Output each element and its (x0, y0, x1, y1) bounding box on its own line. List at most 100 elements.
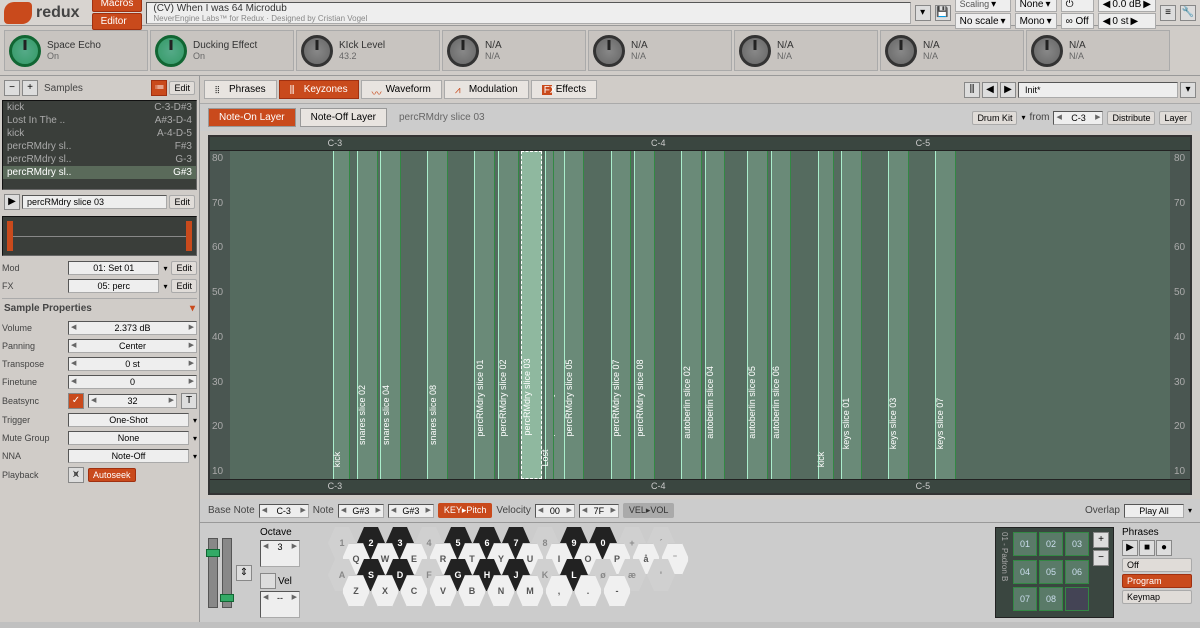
collapse-icon[interactable]: ▾ (190, 303, 195, 314)
phrases-off-button[interactable]: Off (1122, 558, 1192, 572)
note-hi-field[interactable]: G#3 (388, 504, 434, 518)
keyzone[interactable]: kick (333, 151, 350, 479)
link-toggle[interactable]: ∞ Off (1061, 13, 1094, 29)
save-icon[interactable]: 💾 (935, 5, 951, 21)
knob-icon[interactable] (447, 35, 479, 67)
hex-key[interactable]: B (458, 575, 486, 607)
vel-checkbox[interactable] (260, 573, 276, 589)
knob-icon[interactable] (1031, 35, 1063, 67)
settings-icon[interactable]: ≡ (1160, 5, 1176, 21)
note-on-layer-tab[interactable]: Note-On Layer (208, 108, 296, 127)
preset-prev-icon[interactable]: ◀ (982, 82, 998, 98)
macro-knob-cell[interactable]: KIck Level43.2 (296, 30, 440, 71)
program-button[interactable]: Program (1122, 574, 1192, 588)
knob-icon[interactable] (885, 35, 917, 67)
knob-icon[interactable] (301, 35, 333, 67)
playback-mode-icon[interactable]: ⩙ (68, 467, 84, 483)
hex-key[interactable]: . (574, 575, 602, 607)
keymap-button[interactable]: Keymap (1122, 590, 1192, 604)
keyzone[interactable]: percRMdry slice 05 (564, 151, 585, 479)
keyzone[interactable]: percRMdry slice 07 (611, 151, 632, 479)
keyzone[interactable]: autoberlin slice 05 (747, 151, 768, 479)
beatsync-toggle[interactable]: ✓ (68, 393, 84, 409)
macro-knob-cell[interactable]: N/AN/A (1026, 30, 1170, 71)
autoseek-button[interactable]: Autoseek (88, 468, 136, 482)
macros-button[interactable]: Macros (92, 0, 143, 12)
note-off-layer-tab[interactable]: Note-Off Layer (300, 108, 387, 127)
editor-button[interactable]: Editor (92, 13, 143, 30)
macro-knob-cell[interactable]: N/AN/A (734, 30, 878, 71)
keyzone[interactable]: percRMdry slice 08 (634, 151, 655, 479)
keyzone-editor[interactable]: C-3C-4C-5 8070605040302010 8070605040302… (208, 135, 1192, 495)
key-pitch-toggle[interactable]: KEY▸Pitch (438, 503, 493, 518)
vel-hi-field[interactable]: 7F (579, 504, 619, 518)
keyzone[interactable]: autoberlin slice 02 (681, 151, 702, 479)
wrench-icon[interactable]: 🔧 (1180, 5, 1196, 21)
keyzone[interactable]: percRMdry slice 02 (498, 151, 519, 479)
macro-knob-cell[interactable]: Space EchoOn (4, 30, 148, 71)
trigger-select[interactable]: One-Shot (68, 413, 189, 427)
pad-button[interactable]: 07 (1013, 587, 1037, 611)
pitch-slider[interactable] (208, 538, 218, 608)
beatsync-field[interactable]: 32 (88, 394, 177, 408)
hex-keyboard[interactable]: 1234567890+´QWERTYUIOPå¨ASDFGHJKLøæ'ZXCV… (308, 527, 987, 618)
view-toggle-icon[interactable]: ⫼ (964, 82, 980, 98)
knob-icon[interactable] (9, 35, 41, 67)
sample-list-row[interactable]: percRMdry sl..G-3 (3, 153, 196, 166)
pad-button[interactable]: 08 (1039, 587, 1063, 611)
hex-key[interactable]: M (516, 575, 544, 607)
mono-select[interactable]: Mono▾ (1015, 13, 1057, 29)
pad-button[interactable] (1065, 587, 1089, 611)
note-lo-field[interactable]: G#3 (338, 504, 384, 518)
vel-lo-field[interactable]: 00 (535, 504, 575, 518)
basenote-field[interactable]: C-3 (259, 504, 309, 518)
hex-key[interactable]: V (429, 575, 457, 607)
hex-key[interactable]: ' (647, 559, 675, 591)
preset-menu-icon[interactable]: ▾ (1180, 82, 1196, 98)
link-sliders-icon[interactable]: ⇕ (236, 565, 252, 581)
keyzone[interactable]: kick (818, 151, 835, 479)
from-note-field[interactable]: C-3 (1053, 111, 1103, 125)
tab-phrases[interactable]: ⦙⦙Phrases (204, 80, 277, 99)
scaling-field[interactable]: Scaling▾ (955, 0, 1011, 12)
master-volume[interactable]: ◀ 0.0 dB ▶ (1098, 0, 1156, 12)
phrase-rec-icon[interactable]: ● (1156, 540, 1172, 556)
song-menu-dropdown[interactable]: ▾ (915, 5, 931, 21)
keyzone[interactable]: snares slice 04 (380, 151, 401, 479)
macro-knob-cell[interactable]: N/AN/A (588, 30, 732, 71)
transpose-field[interactable]: 0 st (68, 357, 197, 371)
phrase-play-icon[interactable]: ▶ (1122, 540, 1138, 556)
layer-button[interactable]: Layer (1159, 111, 1192, 125)
keyzone[interactable]: percRMdry slice 01 (474, 151, 495, 479)
drumkit-button[interactable]: Drum Kit (972, 111, 1017, 125)
fx-edit-button[interactable]: Edit (171, 279, 197, 293)
sample-list-row[interactable]: Lost In The ..A#3-D-4 (3, 114, 196, 127)
keyzone[interactable]: percRMdry slice 03 (521, 151, 542, 479)
song-info[interactable]: (CV) When I was 64 Microdub NeverEngine … (146, 2, 910, 24)
plus-button[interactable]: + (22, 80, 38, 96)
play-sample-icon[interactable]: ▶ (4, 194, 20, 210)
hex-key[interactable]: C (400, 575, 428, 607)
power-toggle[interactable]: ⏻ (1061, 0, 1094, 12)
sample-list[interactable]: kickC-3-D#3Lost In The ..A#3-D-4kickA-4-… (2, 100, 197, 190)
tab-keyzones[interactable]: ⫼Keyzones (279, 80, 359, 99)
mod-select[interactable]: 01: Set 01 (68, 261, 159, 275)
pad-minus-button[interactable]: − (1093, 550, 1109, 566)
pad-button[interactable]: 01 (1013, 532, 1037, 556)
pad-button[interactable]: 06 (1065, 560, 1089, 584)
preset-name[interactable]: Init* (1018, 82, 1178, 98)
keyzone[interactable]: Lost (545, 151, 554, 479)
preset-next-icon[interactable]: ▶ (1000, 82, 1016, 98)
keyzone[interactable]: snares slice 08 (427, 151, 448, 479)
pad-button[interactable]: 04 (1013, 560, 1037, 584)
pad-button[interactable]: 05 (1039, 560, 1063, 584)
keyzone-body[interactable]: kicksnares slice 02snares slice 04snares… (230, 151, 1170, 479)
keyzone[interactable]: autoberlin slice 04 (705, 151, 726, 479)
hex-key[interactable]: X (371, 575, 399, 607)
macro-knob-cell[interactable]: Ducking EffectOn (150, 30, 294, 71)
scale-value-field[interactable]: No scale▾ (955, 13, 1011, 29)
hex-key[interactable]: N (487, 575, 515, 607)
minus-button[interactable]: − (4, 80, 20, 96)
sample-list-row[interactable]: percRMdry sl..G#3 (3, 166, 196, 179)
macro-knob-cell[interactable]: N/AN/A (880, 30, 1024, 71)
